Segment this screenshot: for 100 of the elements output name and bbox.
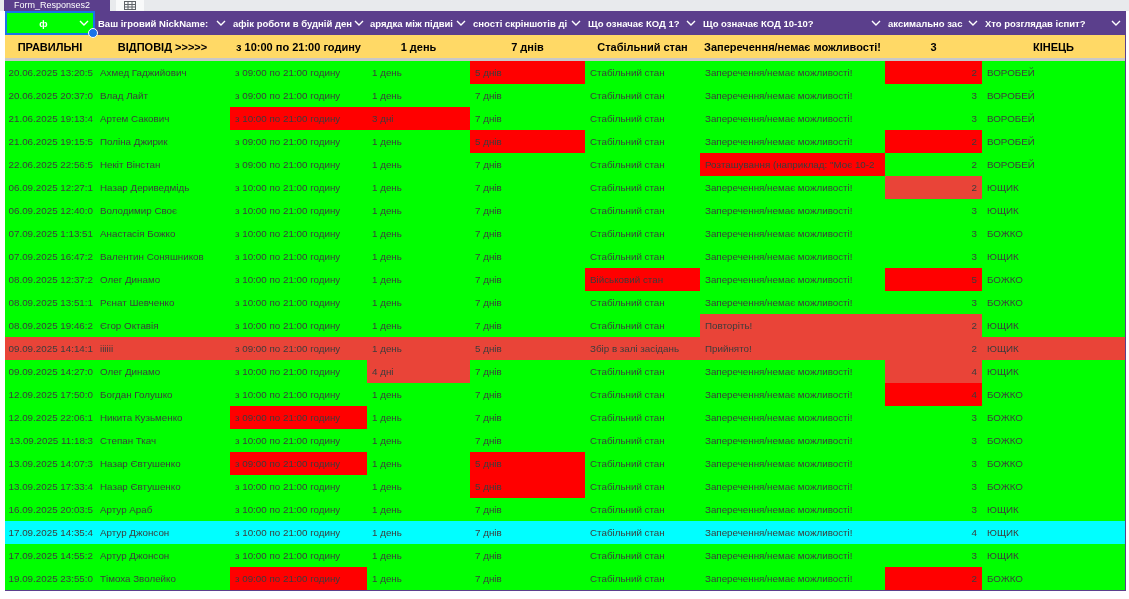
table-cell-text: з 10:00 по 21:00 годину	[234, 388, 342, 402]
column-header[interactable]: аксимально зас	[885, 11, 982, 35]
column-header[interactable]: сності скріншотів ді	[470, 11, 585, 35]
chevron-down-icon	[968, 20, 978, 26]
table-cell-text: Заперечення/немає можливості!	[704, 388, 854, 402]
table-cell-text: 3	[970, 549, 978, 563]
column-header[interactable]: афік роботи в будній ден	[230, 11, 367, 35]
table-cell: 5 днів	[470, 452, 585, 475]
table-cell-text: 3	[929, 39, 938, 55]
table-cell-text: 1 день	[371, 411, 403, 425]
table-cell-text: 3	[970, 112, 978, 126]
table-cell-text: Стабільний стан	[589, 181, 666, 195]
table-cell-text: Стабільний стан	[589, 227, 666, 241]
table-cell-text: Стабільний стан	[589, 549, 666, 563]
table-cell-text: 7 днів	[474, 388, 503, 402]
table-cell-text: Стабільний стан	[589, 89, 666, 103]
table-cell-text: Артур Джонсон	[99, 526, 171, 540]
table-cell-text: 1 день	[371, 181, 403, 195]
table-cell-text: 2	[970, 342, 978, 356]
table-cell-text: з 10:00 по 21:00 годину	[234, 434, 342, 448]
table-cell-text: ВОРОБЕЙ	[986, 66, 1036, 80]
table-cell: 5 днів	[470, 130, 585, 153]
table-cell-text: Валентин Соняшников	[99, 250, 205, 264]
table-cell-text: БОЖКО	[986, 434, 1024, 448]
column-header[interactable]: Що означає КОД 1?	[585, 11, 700, 35]
table-cell-text: Заперечення/немає можливості!	[704, 181, 854, 195]
table-cell-text: 06.09.2025 12:40:0	[7, 204, 94, 218]
table-cell-text: 1 день	[371, 319, 403, 333]
table-cell-text: з 10:00 по 21:00 годину	[234, 204, 342, 218]
table-cell: 4	[885, 383, 982, 406]
table-cell-text: Заперечення/немає можливості!	[704, 227, 854, 241]
table-cell-text: з 10:00 по 21:00 годину	[235, 39, 362, 55]
table-cell-text: Прийнято!	[704, 342, 753, 356]
table-cell-text: з 09:00 по 21:00 годину	[234, 135, 342, 149]
table-cell-text: 1 день	[371, 66, 403, 80]
table-cell-text: Стабільний стан	[589, 480, 666, 494]
table-cell-text: БОЖКО	[986, 388, 1024, 402]
table-cell-text: ЮЩИК	[986, 319, 1020, 333]
table-cell-text: з 10:00 по 21:00 годину	[234, 526, 342, 540]
column-header[interactable]: Що означає КОД 10-10?	[700, 11, 885, 35]
table-cell-text: Ахмед Гаджийович	[99, 66, 188, 80]
table-cell-text: 17.09.2025 14:55:2	[7, 549, 94, 563]
sheet-tab[interactable]	[116, 0, 145, 11]
table-cell-text: 3	[970, 457, 978, 471]
table-cell-text: БОЖКО	[986, 411, 1024, 425]
table-cell: 5	[885, 268, 982, 291]
table-cell-text: iiiiii	[99, 342, 115, 356]
table-cell-text: Олег Динамо	[99, 365, 162, 379]
table-cell-text: БОЖКО	[986, 227, 1024, 241]
column-header[interactable]: арядка між підвиі	[367, 11, 470, 35]
table-cell-text: 07.09.2025 1:13:51	[7, 227, 94, 241]
table-cell-text: Заперечення/немає можливості!	[704, 457, 854, 471]
table-cell-text: 1 день	[371, 457, 403, 471]
table-cell-text: Заперечення/немає можливості!	[704, 526, 854, 540]
table-cell: 2	[885, 314, 982, 337]
column-header[interactable]: Ваш ігровий NickName:	[95, 11, 230, 35]
table-cell-text: Влад Лайт	[99, 89, 149, 103]
table-cell-text: 12.09.2025 17:50:0	[7, 388, 94, 402]
chevron-down-icon	[354, 20, 364, 26]
table-cell-text: Стабільний стан	[589, 66, 666, 80]
table-cell-text: 3	[970, 480, 978, 494]
table-cell-text: Назар Євтушенко	[99, 457, 182, 471]
table-cell-text: Заперечення/немає можливості!	[704, 135, 854, 149]
table-cell-text: 1 день	[371, 296, 403, 310]
chevron-down-icon	[871, 20, 881, 26]
table-cell-text: 1 день	[371, 135, 403, 149]
table-cell-text: 19.09.2025 23:55:0	[7, 572, 94, 586]
table-cell-text: Стабільний стан	[589, 457, 666, 471]
column-header[interactable]: Хто розглядав іспит?	[982, 11, 1125, 35]
table-cell-text: Стабільний стан	[589, 503, 666, 517]
table-cell-text: 1 день	[371, 388, 403, 402]
table-cell-text: з 10:00 по 21:00 годину	[234, 549, 342, 563]
chevron-down-icon	[686, 20, 696, 26]
table-cell-text: 3	[970, 89, 978, 103]
table-cell-text: Стабільний стан	[589, 204, 666, 218]
table-cell-text: Заперечення/немає можливості!	[704, 66, 854, 80]
table-cell-text: Заперечення/немає можливості!	[704, 480, 854, 494]
table-cell-text: 1 день	[371, 204, 403, 218]
table-cell-text: 7 днів	[474, 526, 503, 540]
table-cell-text: 7 днів	[474, 549, 503, 563]
table-cell-text: Заперечення/немає можливості!	[704, 204, 854, 218]
table-cell-text: з 10:00 по 21:00 годину	[234, 273, 342, 287]
sheet-tab[interactable]: Form_Responses2	[4, 0, 111, 11]
table-cell-text: з 10:00 по 21:00 годину	[234, 365, 342, 379]
table-cell-text: Заперечення/немає можливості!	[703, 39, 882, 55]
table-cell-text: 1 день	[371, 89, 403, 103]
table-cell-text: 7 днів	[474, 411, 503, 425]
table-cell-text: Стабільний стан	[589, 388, 666, 402]
table-cell-text: Артур Джонсон	[99, 549, 171, 563]
table-cell-text: Заперечення/немає можливості!	[704, 112, 854, 126]
grid-icon	[124, 1, 137, 10]
table-cell-text: Стабільний стан	[589, 112, 666, 126]
table-cell-text: 7 днів	[474, 227, 503, 241]
table-cell: 4 дні	[367, 360, 470, 383]
table-cell-text: Стабільний стан	[589, 365, 666, 379]
table-cell-text: 07.09.2025 16:47:2	[7, 250, 94, 264]
table-cell: 2	[885, 176, 982, 199]
table-cell-text: 7 днів	[474, 250, 503, 264]
table-cell-text: 09.09.2025 14:27:0	[7, 365, 94, 379]
table-cell-text: ПРАВИЛЬНІ	[16, 39, 84, 55]
